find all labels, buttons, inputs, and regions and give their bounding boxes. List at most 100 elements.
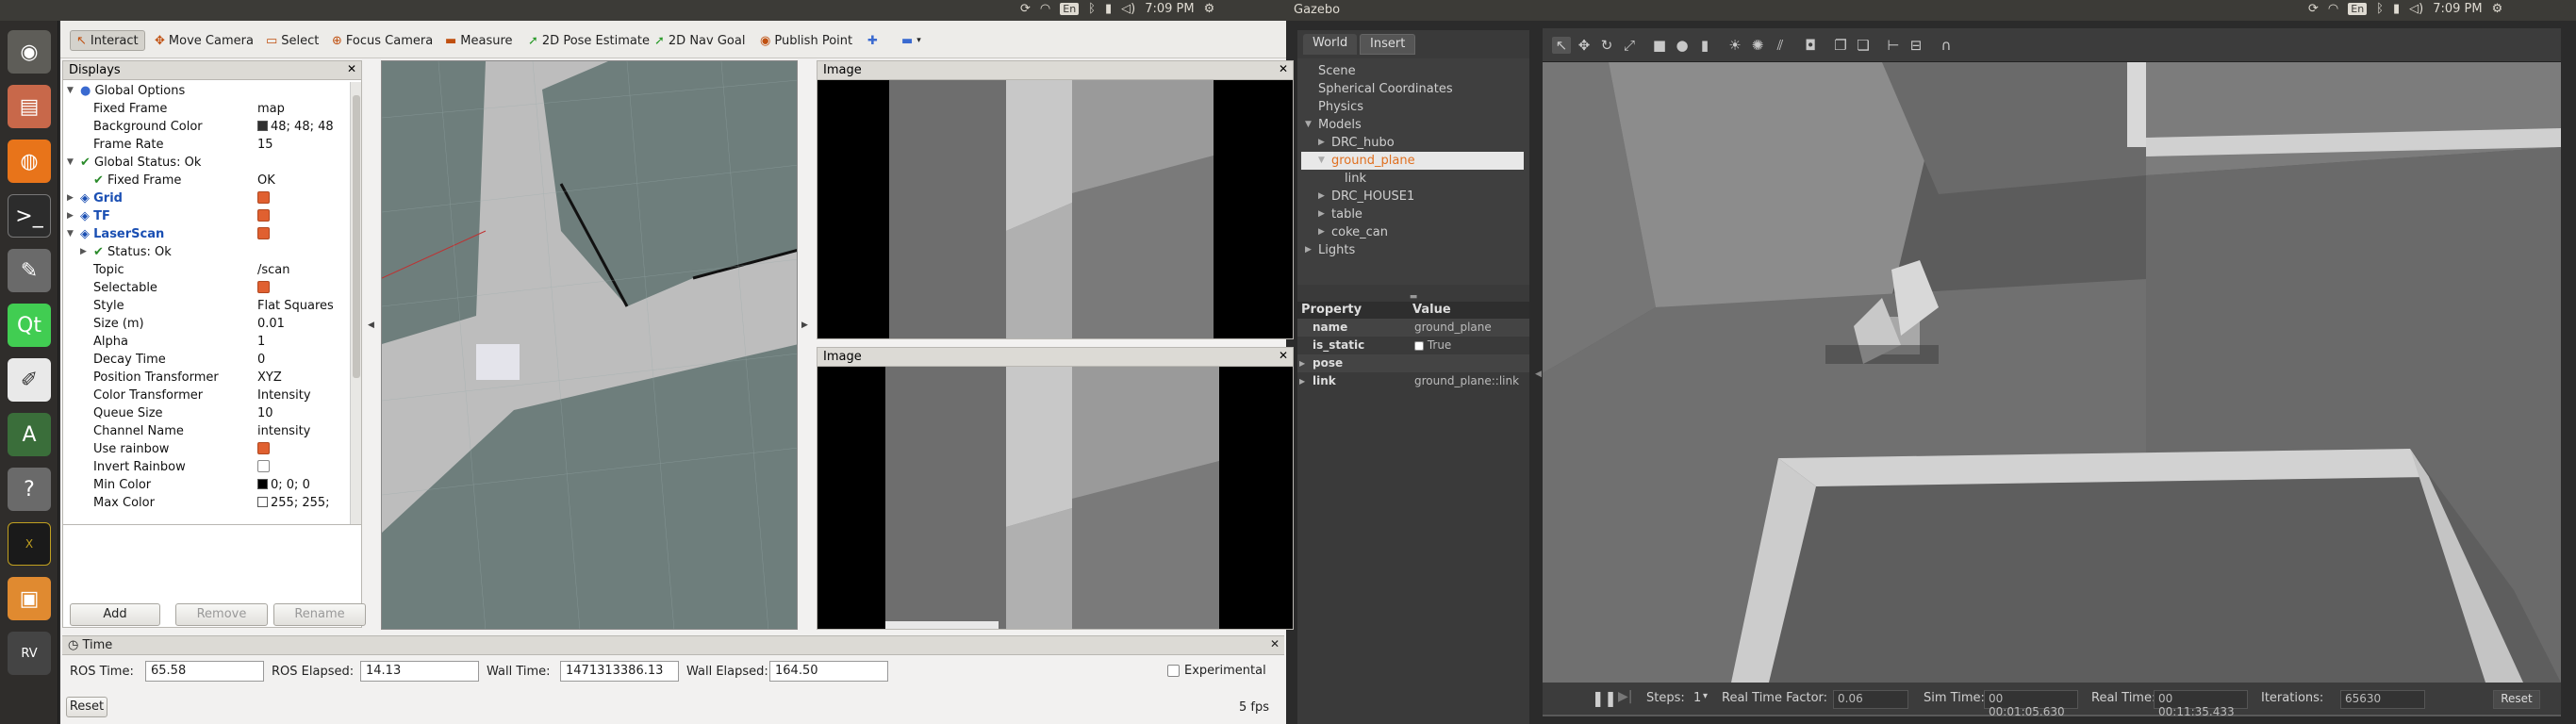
software-updater-icon[interactable]: A bbox=[8, 413, 51, 456]
ros-elapsed-field[interactable]: 14.13 bbox=[360, 661, 479, 682]
translate-mode-icon[interactable]: ✥ bbox=[1575, 37, 1593, 54]
real-time-field[interactable]: 00 00:11:35.433 bbox=[2154, 690, 2248, 716]
expand-arrow-icon[interactable]: ▼ bbox=[1305, 116, 1312, 134]
expand-arrow-icon[interactable]: ▶ bbox=[1318, 206, 1325, 223]
world-tree-item[interactable]: ▼ Models bbox=[1301, 116, 1524, 134]
display-tree-row[interactable]: ✔ Fixed Frame OK bbox=[63, 172, 346, 189]
tool-2d-pose-estimate[interactable]: ➚ 2D Pose Estimate bbox=[522, 30, 655, 51]
rviz-3d-view[interactable] bbox=[381, 60, 798, 630]
gimp-icon[interactable]: ✎ bbox=[8, 249, 51, 292]
property-row[interactable]: name ground_plane bbox=[1297, 319, 1529, 337]
firefox-icon[interactable]: ◍ bbox=[8, 140, 51, 183]
enabled-checkbox[interactable] bbox=[257, 442, 270, 454]
tab-world[interactable]: World bbox=[1303, 34, 1358, 55]
keyboard-layout-indicator[interactable]: En bbox=[2348, 3, 2368, 15]
display-tree-row[interactable]: Selectable bbox=[63, 279, 346, 297]
tool-interact[interactable]: ↖ Interact bbox=[70, 30, 145, 51]
wifi-icon[interactable]: ◠ bbox=[2328, 2, 2338, 16]
battery-icon[interactable]: ▮ bbox=[2393, 2, 2400, 16]
real-time-factor-field[interactable]: 0.06 bbox=[1833, 690, 1908, 709]
display-tree-row[interactable]: Use rainbow bbox=[63, 440, 346, 458]
display-tree-row[interactable]: Style Flat Squares bbox=[63, 297, 346, 315]
color-swatch[interactable] bbox=[257, 479, 268, 489]
remove-display-button[interactable]: Remove bbox=[175, 603, 268, 626]
snap-icon[interactable]: ⊟ bbox=[1907, 37, 1925, 54]
expand-arrow-icon[interactable]: ▶ bbox=[1305, 241, 1312, 259]
color-swatch[interactable] bbox=[257, 497, 268, 507]
paste-icon[interactable]: ❏ bbox=[1854, 37, 1873, 54]
display-tree-row[interactable]: Size (m) 0.01 bbox=[63, 315, 346, 333]
enabled-checkbox[interactable] bbox=[257, 209, 270, 222]
keyboard-layout-indicator[interactable]: En bbox=[1060, 3, 1080, 15]
display-tree-row[interactable]: ▶ ◈ Grid bbox=[63, 189, 346, 207]
xterm-icon[interactable]: X bbox=[8, 522, 51, 566]
tool-2d-nav-goal[interactable]: ➚ 2D Nav Goal bbox=[649, 30, 751, 51]
magnet-icon[interactable]: ∩ bbox=[1937, 37, 1956, 54]
expand-arrow-icon[interactable]: ▼ bbox=[67, 225, 74, 243]
property-row[interactable]: is_static True bbox=[1297, 337, 1529, 354]
experimental-checkbox[interactable] bbox=[1167, 665, 1180, 677]
tool-select[interactable]: ▭ Select bbox=[260, 30, 324, 51]
display-tree-row[interactable]: Frame Rate 15 bbox=[63, 136, 346, 154]
terminal-icon[interactable]: >_ bbox=[8, 194, 51, 238]
bluetooth-icon[interactable]: ᛒ bbox=[1088, 2, 1096, 16]
display-tree-row[interactable]: Background Color 48; 48; 48 bbox=[63, 118, 346, 136]
remove-tool-button[interactable]: ▬ ▾ bbox=[896, 30, 927, 51]
reset-simulation-button[interactable]: Reset bbox=[2493, 690, 2540, 709]
display-tree-row[interactable]: ▼ ◈ LaserScan bbox=[63, 225, 346, 243]
expand-arrow-icon[interactable]: ▶ bbox=[1299, 354, 1305, 372]
world-tree-item[interactable]: ▶ DRC_HOUSE1 bbox=[1301, 188, 1524, 206]
steps-value[interactable]: 1 bbox=[1693, 691, 1701, 705]
expand-arrow-icon[interactable]: ▶ bbox=[80, 243, 87, 261]
display-tree-row[interactable]: Decay Time 0 bbox=[63, 351, 346, 369]
volume-icon[interactable]: ◁) bbox=[2409, 2, 2423, 16]
expand-arrow-icon[interactable]: ▼ bbox=[1318, 152, 1325, 170]
gazebo-3d-view[interactable]: ↖ ✥ ↻ ⤢ ■ ● ▮ ☀ ✺ ⫽ ◘ ❐ ❏ ⊢ ⊟ ∩ ❚❚ ▶| St… bbox=[1543, 28, 2561, 716]
enabled-checkbox[interactable] bbox=[257, 281, 270, 293]
gazebo-launcher-icon[interactable]: ▣ bbox=[8, 577, 51, 620]
gear-icon[interactable]: ⚙ bbox=[2492, 2, 2503, 16]
world-tree-item[interactable]: Spherical Coordinates bbox=[1301, 80, 1524, 98]
expand-arrow-icon[interactable]: ▶ bbox=[1318, 134, 1325, 152]
expand-arrow-icon[interactable]: ▶ bbox=[67, 207, 74, 225]
close-icon[interactable]: ✕ bbox=[1270, 637, 1280, 650]
world-tree-item[interactable]: Physics bbox=[1301, 98, 1524, 116]
point-light-icon[interactable]: ☀ bbox=[1726, 37, 1744, 54]
display-tree-row[interactable]: Color Transformer Intensity bbox=[63, 387, 346, 404]
wall-time-field[interactable]: 1471313386.13 bbox=[560, 661, 679, 682]
scrollbar-thumb[interactable] bbox=[353, 95, 360, 378]
display-tree-row[interactable]: Max Color 255; 255; bbox=[63, 494, 346, 512]
scale-mode-icon[interactable]: ⤢ bbox=[1620, 37, 1639, 54]
spot-light-icon[interactable]: ✺ bbox=[1748, 37, 1767, 54]
splitter-arrow-icon[interactable]: ◀ bbox=[1535, 370, 1542, 379]
world-tree-item[interactable]: ▶ Lights bbox=[1301, 241, 1524, 259]
directional-light-icon[interactable]: ⫽ bbox=[1771, 37, 1790, 54]
ubuntu-dash-icon[interactable]: ◉ bbox=[8, 30, 51, 74]
close-icon[interactable]: ✕ bbox=[1279, 62, 1288, 75]
text-editor-icon[interactable]: ✐ bbox=[8, 358, 51, 402]
align-icon[interactable]: ⊢ bbox=[1884, 37, 1903, 54]
property-row[interactable]: ▶ pose bbox=[1297, 354, 1529, 372]
property-row[interactable]: ▶ link ground_plane::link bbox=[1297, 372, 1529, 390]
enabled-checkbox[interactable] bbox=[257, 191, 270, 204]
expand-arrow-icon[interactable]: ▼ bbox=[67, 154, 74, 172]
sim-time-field[interactable]: 00 00:01:05.630 bbox=[1984, 690, 2078, 716]
expand-arrow-icon[interactable]: ▶ bbox=[1318, 223, 1325, 241]
sphere-shape-icon[interactable]: ● bbox=[1673, 37, 1692, 54]
wifi-icon[interactable]: ◠ bbox=[1040, 2, 1050, 16]
tool-publish-point[interactable]: ◉ Publish Point bbox=[754, 30, 858, 51]
volume-icon[interactable]: ◁) bbox=[1121, 2, 1135, 16]
display-tree-row[interactable]: Fixed Frame map bbox=[63, 100, 346, 118]
clock[interactable]: 7:09 PM bbox=[1145, 2, 1194, 16]
add-display-button[interactable]: Add bbox=[70, 603, 160, 626]
color-swatch[interactable] bbox=[257, 121, 268, 131]
display-tree-row[interactable]: ▼ ✔ Global Status: Ok bbox=[63, 154, 346, 172]
expand-arrow-icon[interactable]: ▶ bbox=[1299, 372, 1305, 390]
bluetooth-icon[interactable]: ᛒ bbox=[2376, 2, 2384, 16]
expand-arrow-icon[interactable]: ▼ bbox=[67, 82, 74, 100]
box-shape-icon[interactable]: ■ bbox=[1650, 37, 1669, 54]
close-icon[interactable]: ✕ bbox=[347, 62, 356, 75]
display-tree-row[interactable]: Queue Size 10 bbox=[63, 404, 346, 422]
files-icon[interactable]: ▤ bbox=[8, 85, 51, 128]
sync-icon[interactable]: ⟳ bbox=[2308, 2, 2319, 16]
